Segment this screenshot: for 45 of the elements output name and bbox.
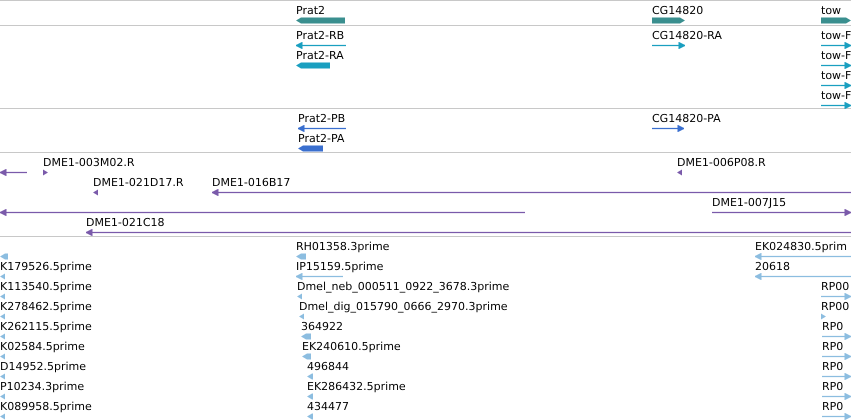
feature-label: K262115.5prime xyxy=(0,320,92,333)
feature-label: RP0 xyxy=(822,360,844,373)
feature-label: K02584.5prime xyxy=(0,340,85,353)
feature-label: CG14820-PA xyxy=(652,112,721,125)
feature-label: tow-F xyxy=(821,49,851,62)
feature-label: tow-F xyxy=(821,89,851,102)
feature-label: Prat2 xyxy=(296,4,326,17)
feature-label: Prat2-PA xyxy=(298,132,344,145)
feature-label: CG14820 xyxy=(652,4,704,17)
feature-label: CG14820-RA xyxy=(652,29,722,42)
feature-label: EK286432.5prime xyxy=(307,380,406,393)
feature-label: Dmel_dig_015790_0666_2970.3prime xyxy=(299,300,508,313)
feature-label: DME1-021D17.R xyxy=(93,176,184,189)
feature-label: RH01358.3prime xyxy=(296,240,390,253)
feature-label: RP0 xyxy=(822,400,844,413)
feature-label: RP0 xyxy=(822,380,844,393)
feature-label: DME1-007J15 xyxy=(712,196,786,209)
feature-label: IP15159.5prime xyxy=(296,260,384,273)
feature-label: Prat2-RA xyxy=(296,49,344,62)
feature-label: K278462.5prime xyxy=(0,300,92,313)
feature-label: RP0 xyxy=(822,340,844,353)
feature-label: DME1-016B17 xyxy=(212,176,290,189)
feature-label: EK240610.5prime xyxy=(302,340,401,353)
feature-label: RP0 xyxy=(822,320,844,333)
feature-label: tow-F xyxy=(821,69,851,82)
feature-label: D14952.5prime xyxy=(0,360,86,373)
feature-label: 20618 xyxy=(755,260,790,273)
feature-label: 434477 xyxy=(307,400,349,413)
feature-label: K113540.5prime xyxy=(0,280,92,293)
feature-label: RP00 xyxy=(821,300,850,313)
feature-label: DME1-003M02.R xyxy=(43,156,135,169)
feature-label: 496844 xyxy=(307,360,349,373)
feature-label: Dmel_neb_000511_0922_3678.3prime xyxy=(297,280,510,293)
feature-label: RP00 xyxy=(821,280,850,293)
feature-label: DME1-021C18 xyxy=(86,216,165,229)
feature-label: Prat2-PB xyxy=(298,112,346,125)
feature-label: tow xyxy=(821,4,842,17)
feature-label: K089958.5prime xyxy=(0,400,92,413)
feature-label: K179526.5prime xyxy=(0,260,92,273)
feature-label: tow-F xyxy=(821,29,851,42)
feature-label: Prat2-RB xyxy=(296,29,344,42)
feature-label: EK024830.5prim xyxy=(755,240,847,253)
feature-label: DME1-006P08.R xyxy=(677,156,766,169)
feature-label: P10234.3prime xyxy=(0,380,84,393)
feature-label: 364922 xyxy=(301,320,343,333)
